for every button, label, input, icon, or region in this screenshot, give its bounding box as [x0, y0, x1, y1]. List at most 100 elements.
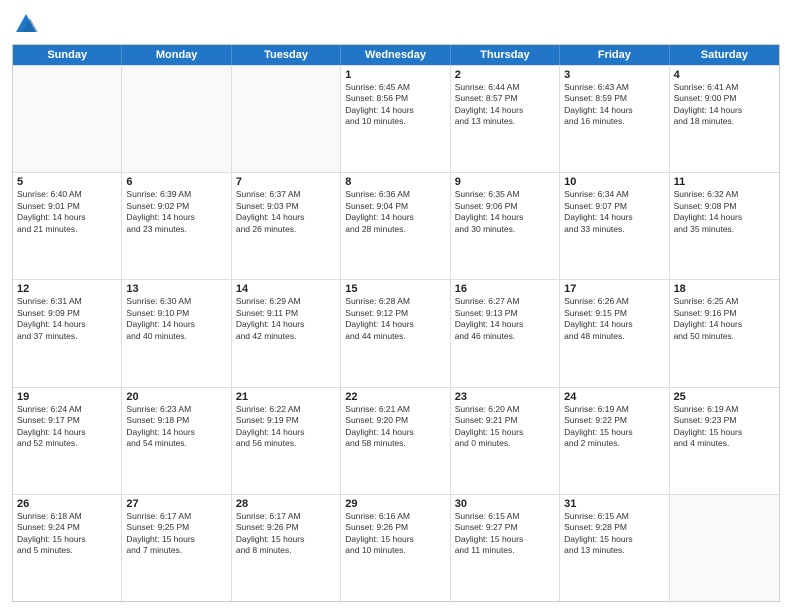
- cell-info: Sunrise: 6:23 AM Sunset: 9:18 PM Dayligh…: [126, 404, 226, 450]
- day-number: 12: [17, 283, 117, 295]
- logo-icon: [12, 10, 40, 38]
- cell-info: Sunrise: 6:35 AM Sunset: 9:06 PM Dayligh…: [455, 189, 555, 235]
- page: SundayMondayTuesdayWednesdayThursdayFrid…: [0, 0, 792, 612]
- day-number: 3: [564, 69, 664, 81]
- calendar-cell: 21Sunrise: 6:22 AM Sunset: 9:19 PM Dayli…: [232, 388, 341, 494]
- calendar-cell: 24Sunrise: 6:19 AM Sunset: 9:22 PM Dayli…: [560, 388, 669, 494]
- calendar-cell: 19Sunrise: 6:24 AM Sunset: 9:17 PM Dayli…: [13, 388, 122, 494]
- day-header-sunday: Sunday: [13, 45, 122, 65]
- calendar-cell: 18Sunrise: 6:25 AM Sunset: 9:16 PM Dayli…: [670, 280, 779, 386]
- day-number: 9: [455, 176, 555, 188]
- calendar-cell: [670, 495, 779, 601]
- calendar-cell: 16Sunrise: 6:27 AM Sunset: 9:13 PM Dayli…: [451, 280, 560, 386]
- cell-info: Sunrise: 6:44 AM Sunset: 8:57 PM Dayligh…: [455, 82, 555, 128]
- calendar-cell: 23Sunrise: 6:20 AM Sunset: 9:21 PM Dayli…: [451, 388, 560, 494]
- day-number: 27: [126, 498, 226, 510]
- day-header-wednesday: Wednesday: [341, 45, 450, 65]
- day-number: 29: [345, 498, 445, 510]
- day-number: 31: [564, 498, 664, 510]
- day-number: 14: [236, 283, 336, 295]
- day-number: 16: [455, 283, 555, 295]
- header: [12, 10, 780, 38]
- cell-info: Sunrise: 6:22 AM Sunset: 9:19 PM Dayligh…: [236, 404, 336, 450]
- cell-info: Sunrise: 6:32 AM Sunset: 9:08 PM Dayligh…: [674, 189, 775, 235]
- calendar-cell: 14Sunrise: 6:29 AM Sunset: 9:11 PM Dayli…: [232, 280, 341, 386]
- day-header-tuesday: Tuesday: [232, 45, 341, 65]
- cell-info: Sunrise: 6:25 AM Sunset: 9:16 PM Dayligh…: [674, 296, 775, 342]
- cell-info: Sunrise: 6:17 AM Sunset: 9:25 PM Dayligh…: [126, 511, 226, 557]
- day-number: 28: [236, 498, 336, 510]
- day-number: 19: [17, 391, 117, 403]
- cell-info: Sunrise: 6:27 AM Sunset: 9:13 PM Dayligh…: [455, 296, 555, 342]
- cell-info: Sunrise: 6:19 AM Sunset: 9:23 PM Dayligh…: [674, 404, 775, 450]
- day-header-thursday: Thursday: [451, 45, 560, 65]
- calendar-row: 19Sunrise: 6:24 AM Sunset: 9:17 PM Dayli…: [13, 387, 779, 494]
- day-number: 22: [345, 391, 445, 403]
- cell-info: Sunrise: 6:31 AM Sunset: 9:09 PM Dayligh…: [17, 296, 117, 342]
- calendar-cell: 10Sunrise: 6:34 AM Sunset: 9:07 PM Dayli…: [560, 173, 669, 279]
- calendar-cell: 20Sunrise: 6:23 AM Sunset: 9:18 PM Dayli…: [122, 388, 231, 494]
- day-number: 21: [236, 391, 336, 403]
- cell-info: Sunrise: 6:18 AM Sunset: 9:24 PM Dayligh…: [17, 511, 117, 557]
- calendar-cell: [232, 66, 341, 172]
- cell-info: Sunrise: 6:41 AM Sunset: 9:00 PM Dayligh…: [674, 82, 775, 128]
- day-number: 4: [674, 69, 775, 81]
- cell-info: Sunrise: 6:29 AM Sunset: 9:11 PM Dayligh…: [236, 296, 336, 342]
- day-number: 17: [564, 283, 664, 295]
- day-number: 6: [126, 176, 226, 188]
- calendar-cell: 2Sunrise: 6:44 AM Sunset: 8:57 PM Daylig…: [451, 66, 560, 172]
- day-number: 26: [17, 498, 117, 510]
- calendar-header: SundayMondayTuesdayWednesdayThursdayFrid…: [13, 45, 779, 65]
- calendar-body: 1Sunrise: 6:45 AM Sunset: 8:56 PM Daylig…: [13, 65, 779, 601]
- calendar-cell: 26Sunrise: 6:18 AM Sunset: 9:24 PM Dayli…: [13, 495, 122, 601]
- day-header-monday: Monday: [122, 45, 231, 65]
- calendar-cell: 25Sunrise: 6:19 AM Sunset: 9:23 PM Dayli…: [670, 388, 779, 494]
- calendar-cell: 3Sunrise: 6:43 AM Sunset: 8:59 PM Daylig…: [560, 66, 669, 172]
- calendar-cell: 15Sunrise: 6:28 AM Sunset: 9:12 PM Dayli…: [341, 280, 450, 386]
- day-number: 2: [455, 69, 555, 81]
- calendar-cell: 4Sunrise: 6:41 AM Sunset: 9:00 PM Daylig…: [670, 66, 779, 172]
- calendar-cell: 30Sunrise: 6:15 AM Sunset: 9:27 PM Dayli…: [451, 495, 560, 601]
- day-number: 18: [674, 283, 775, 295]
- calendar-cell: 31Sunrise: 6:15 AM Sunset: 9:28 PM Dayli…: [560, 495, 669, 601]
- calendar-cell: 17Sunrise: 6:26 AM Sunset: 9:15 PM Dayli…: [560, 280, 669, 386]
- day-number: 7: [236, 176, 336, 188]
- day-number: 30: [455, 498, 555, 510]
- day-header-saturday: Saturday: [670, 45, 779, 65]
- calendar-cell: 28Sunrise: 6:17 AM Sunset: 9:26 PM Dayli…: [232, 495, 341, 601]
- calendar-cell: 5Sunrise: 6:40 AM Sunset: 9:01 PM Daylig…: [13, 173, 122, 279]
- calendar-row: 12Sunrise: 6:31 AM Sunset: 9:09 PM Dayli…: [13, 279, 779, 386]
- cell-info: Sunrise: 6:34 AM Sunset: 9:07 PM Dayligh…: [564, 189, 664, 235]
- cell-info: Sunrise: 6:45 AM Sunset: 8:56 PM Dayligh…: [345, 82, 445, 128]
- day-number: 8: [345, 176, 445, 188]
- cell-info: Sunrise: 6:40 AM Sunset: 9:01 PM Dayligh…: [17, 189, 117, 235]
- calendar-cell: 13Sunrise: 6:30 AM Sunset: 9:10 PM Dayli…: [122, 280, 231, 386]
- calendar-row: 5Sunrise: 6:40 AM Sunset: 9:01 PM Daylig…: [13, 172, 779, 279]
- day-number: 20: [126, 391, 226, 403]
- cell-info: Sunrise: 6:15 AM Sunset: 9:28 PM Dayligh…: [564, 511, 664, 557]
- cell-info: Sunrise: 6:26 AM Sunset: 9:15 PM Dayligh…: [564, 296, 664, 342]
- day-header-friday: Friday: [560, 45, 669, 65]
- cell-info: Sunrise: 6:39 AM Sunset: 9:02 PM Dayligh…: [126, 189, 226, 235]
- cell-info: Sunrise: 6:19 AM Sunset: 9:22 PM Dayligh…: [564, 404, 664, 450]
- day-number: 25: [674, 391, 775, 403]
- day-number: 11: [674, 176, 775, 188]
- day-number: 15: [345, 283, 445, 295]
- cell-info: Sunrise: 6:36 AM Sunset: 9:04 PM Dayligh…: [345, 189, 445, 235]
- day-number: 10: [564, 176, 664, 188]
- cell-info: Sunrise: 6:37 AM Sunset: 9:03 PM Dayligh…: [236, 189, 336, 235]
- calendar-row: 1Sunrise: 6:45 AM Sunset: 8:56 PM Daylig…: [13, 65, 779, 172]
- calendar-cell: 9Sunrise: 6:35 AM Sunset: 9:06 PM Daylig…: [451, 173, 560, 279]
- calendar-cell: 22Sunrise: 6:21 AM Sunset: 9:20 PM Dayli…: [341, 388, 450, 494]
- cell-info: Sunrise: 6:30 AM Sunset: 9:10 PM Dayligh…: [126, 296, 226, 342]
- cell-info: Sunrise: 6:24 AM Sunset: 9:17 PM Dayligh…: [17, 404, 117, 450]
- day-number: 23: [455, 391, 555, 403]
- cell-info: Sunrise: 6:21 AM Sunset: 9:20 PM Dayligh…: [345, 404, 445, 450]
- day-number: 1: [345, 69, 445, 81]
- calendar-cell: 12Sunrise: 6:31 AM Sunset: 9:09 PM Dayli…: [13, 280, 122, 386]
- calendar-cell: [13, 66, 122, 172]
- calendar-cell: 1Sunrise: 6:45 AM Sunset: 8:56 PM Daylig…: [341, 66, 450, 172]
- calendar-cell: 7Sunrise: 6:37 AM Sunset: 9:03 PM Daylig…: [232, 173, 341, 279]
- calendar-cell: 8Sunrise: 6:36 AM Sunset: 9:04 PM Daylig…: [341, 173, 450, 279]
- cell-info: Sunrise: 6:16 AM Sunset: 9:26 PM Dayligh…: [345, 511, 445, 557]
